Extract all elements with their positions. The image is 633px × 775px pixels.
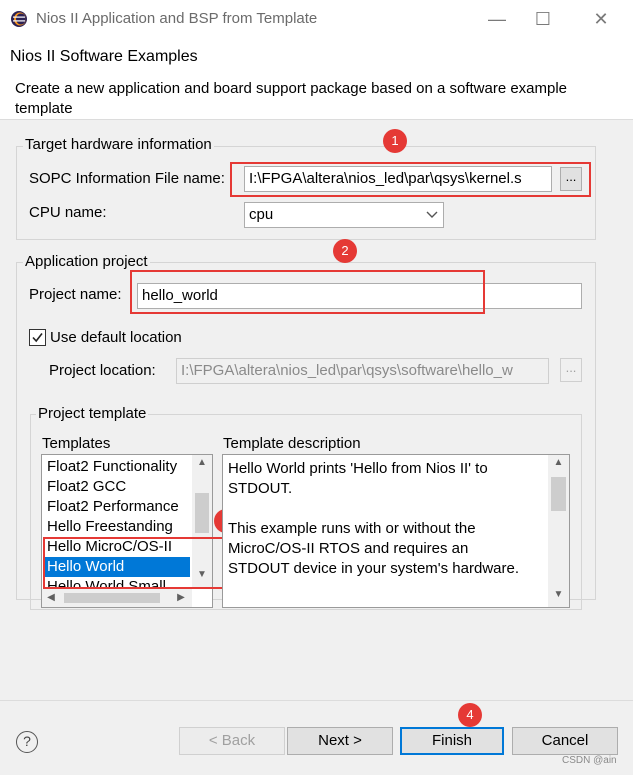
page-title: Nios II Software Examples: [10, 48, 198, 65]
template-description-text: Hello World prints 'Hello from Nios II' …: [228, 459, 519, 579]
footer-divider: [0, 700, 633, 701]
list-item[interactable]: Float2 GCC: [45, 477, 126, 497]
location-browse-button[interactable]: ...: [560, 358, 582, 382]
sopc-browse-button[interactable]: ...: [560, 167, 582, 191]
templates-vertical-scrollbar[interactable]: ▲ ▼: [192, 455, 212, 587]
list-item[interactable]: Hello World Small: [45, 577, 166, 589]
scrollbar-thumb[interactable]: [195, 493, 209, 533]
template-description-box: Hello World prints 'Hello from Nios II' …: [222, 454, 570, 608]
description-line: STDOUT.: [228, 480, 293, 497]
project-name-input[interactable]: hello_world: [137, 283, 582, 309]
project-location-input[interactable]: I:\FPGA\altera\nios_led\par\qsys\softwar…: [176, 358, 549, 384]
back-button[interactable]: < Back: [179, 727, 285, 755]
list-item-selected[interactable]: Hello World: [45, 557, 190, 577]
annotation-badge-2: 2: [333, 239, 357, 263]
project-template-group-label: Project template: [36, 405, 149, 422]
project-location-label: Project location:: [49, 362, 156, 379]
sopc-file-input[interactable]: I:\FPGA\altera\nios_led\par\qsys\kernel.…: [244, 166, 552, 192]
scrollbar-thumb[interactable]: [64, 593, 160, 603]
annotation-badge-4: 4: [458, 703, 482, 727]
page-description: Create a new application and board suppo…: [15, 80, 568, 117]
description-line: MicroC/OS-II RTOS and requires an: [228, 540, 469, 557]
list-item[interactable]: Hello MicroC/OS-II: [45, 537, 172, 557]
list-item[interactable]: Hello Freestanding: [45, 517, 173, 537]
template-description-label: Template description: [223, 435, 361, 452]
maximize-button[interactable]: ☐: [532, 8, 554, 30]
description-line: STDOUT device in your system's hardware.: [228, 560, 520, 577]
scroll-left-icon[interactable]: ◀: [44, 592, 58, 603]
use-default-location-label[interactable]: Use default location: [50, 329, 182, 346]
annotation-badge-1: 1: [383, 129, 407, 153]
close-button[interactable]: ✕: [590, 8, 612, 30]
use-default-location-checkbox[interactable]: [29, 329, 46, 346]
cancel-button[interactable]: Cancel: [512, 727, 618, 755]
scroll-up-icon[interactable]: ▲: [192, 457, 212, 468]
list-item[interactable]: Float2 Functionality: [45, 457, 177, 477]
watermark: CSDN @ain: [562, 755, 617, 766]
cpu-name-value: cpu: [249, 206, 274, 223]
templates-list[interactable]: Float2 Functionality Float2 GCC Float2 P…: [41, 454, 213, 608]
sopc-file-label: SOPC Information File name:: [29, 170, 225, 187]
minimize-button[interactable]: —: [486, 8, 508, 30]
next-button[interactable]: Next >: [287, 727, 393, 755]
chevron-down-icon: [426, 211, 438, 218]
cpu-name-select[interactable]: cpu: [244, 202, 444, 228]
project-name-label: Project name:: [29, 286, 122, 303]
help-icon[interactable]: ?: [16, 731, 38, 753]
eclipse-app-icon: [11, 11, 27, 27]
scroll-up-icon[interactable]: ▲: [548, 457, 569, 468]
window-title: Nios II Application and BSP from Templat…: [36, 10, 318, 27]
description-line: Hello World prints 'Hello from Nios II' …: [228, 460, 488, 477]
target-hardware-group-label: Target hardware information: [23, 136, 214, 153]
scroll-right-icon[interactable]: ▶: [174, 592, 188, 603]
scroll-down-icon[interactable]: ▼: [548, 589, 569, 600]
scroll-down-icon[interactable]: ▼: [192, 569, 212, 580]
list-item[interactable]: Float2 Performance: [45, 497, 179, 517]
checkmark-icon: [32, 333, 43, 343]
description-line: This example runs with or without the: [228, 520, 476, 537]
templates-horizontal-scrollbar[interactable]: ◀ ▶: [42, 589, 192, 607]
templates-label: Templates: [42, 435, 111, 452]
cpu-name-label: CPU name:: [29, 204, 107, 221]
description-vertical-scrollbar[interactable]: ▲ ▼: [548, 455, 569, 607]
description-blank-line: [228, 499, 519, 519]
finish-button[interactable]: Finish: [400, 727, 504, 755]
scrollbar-thumb[interactable]: [551, 477, 566, 511]
application-project-group-label: Application project: [23, 253, 150, 270]
